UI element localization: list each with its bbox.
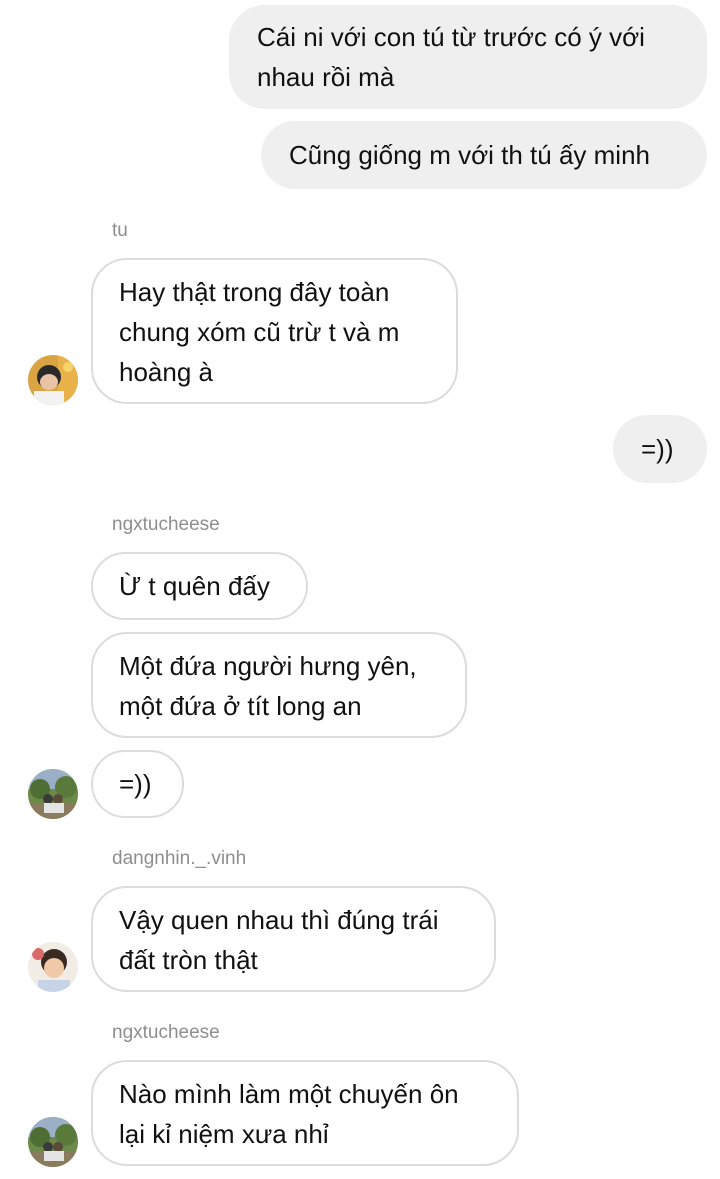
outgoing-message[interactable]: Cái ni với con tú từ trước có ý với nhau… xyxy=(229,5,707,109)
sender-name: dangnhin._.vinh xyxy=(112,848,247,869)
incoming-message[interactable]: Vậy quen nhau thì đúng trái đất tròn thậ… xyxy=(91,886,496,992)
avatar-image xyxy=(28,942,78,992)
incoming-message[interactable]: =)) xyxy=(91,750,184,818)
avatar-tu[interactable] xyxy=(28,355,78,405)
avatar-ngxtucheese[interactable] xyxy=(28,769,78,819)
sender-name: ngxtucheese xyxy=(112,1022,220,1043)
avatar-dangnhin-vinh[interactable] xyxy=(28,942,78,992)
avatar-image xyxy=(28,1117,78,1167)
sender-name: ngxtucheese xyxy=(112,514,220,535)
incoming-message[interactable]: Một đứa người hưng yên, một đứa ở tít lo… xyxy=(91,632,467,738)
avatar-image xyxy=(28,355,78,405)
sender-name: tu xyxy=(112,220,128,241)
outgoing-message[interactable]: =)) xyxy=(613,415,707,483)
avatar-image xyxy=(28,769,78,819)
outgoing-message[interactable]: Cũng giống m với th tú ấy minh xyxy=(261,121,707,189)
avatar-ngxtucheese[interactable] xyxy=(28,1117,78,1167)
incoming-message[interactable]: Nào mình làm một chuyến ôn lại kỉ niệm x… xyxy=(91,1060,519,1166)
incoming-message[interactable]: Hay thật trong đây toàn chung xóm cũ trừ… xyxy=(91,258,458,404)
incoming-message[interactable]: Ừ t quên đấy xyxy=(91,552,308,620)
